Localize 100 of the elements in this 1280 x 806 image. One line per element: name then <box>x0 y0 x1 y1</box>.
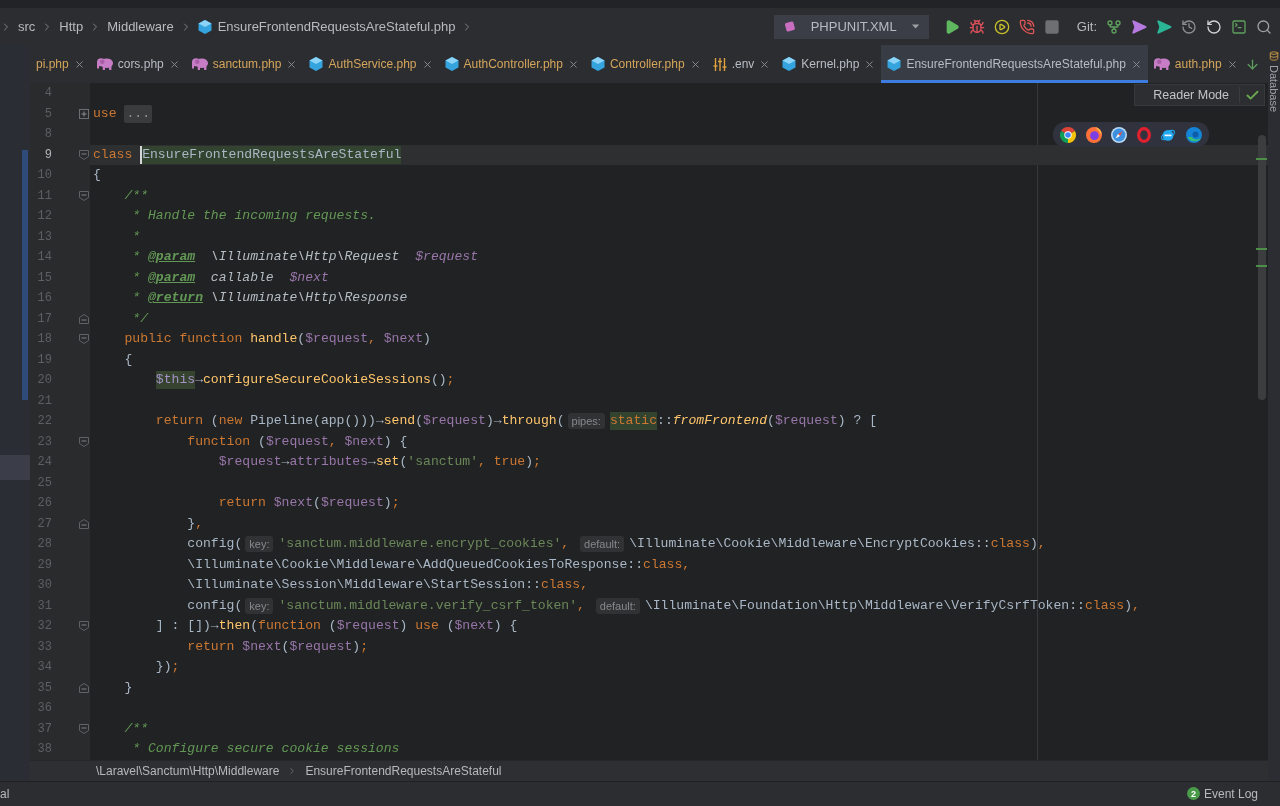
code-line: } <box>124 678 133 697</box>
search-icon[interactable] <box>1256 18 1272 35</box>
tool-window-label[interactable]: al <box>0 786 10 801</box>
editor-tab[interactable]: EnsureFrontendRequestsAreStateful.php <box>881 45 1148 83</box>
line-number: 9 <box>43 147 52 162</box>
rollback-icon[interactable] <box>1206 18 1222 35</box>
segmented-ring-icon <box>1060 126 1076 143</box>
cube-icon <box>309 57 324 71</box>
send-icon[interactable] <box>1156 18 1172 35</box>
code-line: * @param callable $next <box>132 268 329 287</box>
breadcrumb-item[interactable]: Http <box>59 19 84 34</box>
count-badge: 2 <box>1186 787 1200 801</box>
swirl-icon <box>1185 126 1202 143</box>
code-line: public function handle($request, $next) <box>124 330 431 349</box>
fold-minus-icon[interactable] <box>79 621 89 632</box>
editor-tab[interactable]: pi.php <box>30 45 91 83</box>
reader-mode-button[interactable]: Reader Mode <box>1134 84 1265 106</box>
close-icon[interactable] <box>759 58 771 70</box>
fold-plus-icon[interactable] <box>79 108 89 119</box>
breadcrumb-item[interactable]: \Laravel\Sanctum\Http\Middleware <box>96 763 280 778</box>
send-icon[interactable] <box>1131 18 1147 35</box>
editor-tab[interactable]: AuthService.php <box>303 45 439 83</box>
fold-minus-icon[interactable] <box>79 723 89 734</box>
code-line: * Handle the incoming requests. <box>132 207 376 226</box>
breadcrumb-item[interactable]: EnsureFrontendRequestsAreStateful <box>305 763 502 778</box>
vcs-label: Git: <box>1076 19 1097 34</box>
cube-icon <box>782 57 797 71</box>
code-line: * @param \Illuminate\Http\Request $request <box>132 248 479 267</box>
database-icon <box>1269 51 1279 61</box>
close-icon[interactable] <box>1130 58 1142 70</box>
cube-icon <box>590 57 605 71</box>
fold-minus-icon[interactable] <box>79 518 89 529</box>
close-icon[interactable] <box>73 58 85 70</box>
flame-orb-icon <box>1085 126 1102 143</box>
close-icon[interactable] <box>864 58 876 70</box>
scrollbar-thumb[interactable] <box>1258 135 1266 400</box>
fold-minus-icon[interactable] <box>79 682 89 693</box>
cube-icon <box>197 19 212 34</box>
code-line: class EnsureFrontendRequestsAreStateful <box>93 145 402 164</box>
terminal-icon[interactable] <box>1231 18 1247 35</box>
fold-minus-icon[interactable] <box>79 149 89 160</box>
fold-minus-icon[interactable] <box>79 313 89 324</box>
code-line: \Illuminate\Cookie\Middleware\AddQueuedCookiesToResponse::class, <box>187 555 691 574</box>
code-line: return $next($request); <box>218 494 400 513</box>
code-line: */ <box>132 309 148 328</box>
code-line: }, <box>187 514 203 533</box>
bug-icon[interactable] <box>968 18 985 35</box>
code-line: * <box>132 227 141 246</box>
compass-icon <box>1111 126 1127 143</box>
editor-tab[interactable]: auth.php <box>1147 45 1244 83</box>
code-line: config( key: 'sanctum.middleware.verify_csrf_token', default: \Illuminate\Foundation\Http\Middleware\VerifyCsrfToken::class), <box>187 596 1140 615</box>
editor-tab[interactable]: .env <box>706 45 777 83</box>
code-line: config( key: 'sanctum.middleware.encrypt_cookies', default: \Illuminate\Cookie\Middleware\EncryptCookies::class), <box>187 535 1046 554</box>
phone-icon[interactable] <box>1018 18 1035 35</box>
code-line: return $next($request); <box>187 637 369 656</box>
code-line: * @return \Illuminate\Http\Response <box>132 289 408 308</box>
fold-minus-icon[interactable] <box>79 334 89 345</box>
fold-minus-icon[interactable] <box>79 436 89 447</box>
close-icon[interactable] <box>421 58 433 70</box>
fold-minus-icon[interactable] <box>79 190 89 201</box>
breadcrumb-item[interactable]: Middleware <box>107 19 174 34</box>
code-line: { <box>93 166 101 185</box>
elephant-icon <box>96 58 113 70</box>
code-line: ] : [])→then(function ($request) use ($next) { <box>155 617 518 636</box>
close-icon[interactable] <box>286 58 298 70</box>
code-line: \Illuminate\Session\Middleware\StartSession::class, <box>187 576 589 595</box>
breadcrumb-item[interactable]: EnsureFrontendRequestsAreStateful.php <box>197 19 456 34</box>
stripe-mark <box>1256 158 1267 160</box>
ring-icon <box>1136 126 1151 143</box>
close-icon[interactable] <box>1226 58 1238 70</box>
editor-tab[interactable]: AuthController.php <box>438 45 585 83</box>
code-line: { <box>124 350 133 369</box>
code-line: $this→configureSecureCookieSessions(); <box>155 371 455 390</box>
history-icon[interactable] <box>1181 18 1197 35</box>
caret-icon <box>911 24 919 29</box>
editor-tab[interactable]: sanctum.php <box>185 45 304 83</box>
breadcrumb-item[interactable]: src <box>18 19 36 34</box>
database-tab[interactable]: Database <box>1268 65 1280 113</box>
run-configuration-dropdown[interactable]: PHPUNIT.XML <box>773 14 929 39</box>
close-icon[interactable] <box>689 58 701 70</box>
stripe-mark <box>1256 248 1267 250</box>
code-line: }); <box>155 658 180 677</box>
stop-icon[interactable] <box>1043 18 1060 35</box>
editor-tab[interactable]: Kernel.php <box>776 45 882 83</box>
code-line: $request→attributes→set('sanctum', true); <box>218 453 541 472</box>
editor-tab[interactable]: cors.php <box>90 45 186 83</box>
code-line: use ... <box>93 104 152 123</box>
editor-tab[interactable]: Controller.php <box>584 45 707 83</box>
code-line: * Configure secure cookie sessions <box>132 740 400 759</box>
close-icon[interactable] <box>168 58 180 70</box>
event-log-button[interactable]: 2 Event Log <box>1186 786 1258 801</box>
code-line: /** <box>124 719 148 738</box>
tile-icon <box>783 19 796 34</box>
branch-icon[interactable] <box>1106 18 1122 35</box>
close-icon[interactable] <box>567 58 579 70</box>
cube-icon <box>444 57 459 71</box>
code-line: /** <box>124 186 148 205</box>
play-circle-icon[interactable] <box>993 18 1010 35</box>
code-line: function ($request, $next) { <box>187 432 408 451</box>
stripe-mark <box>1256 265 1267 267</box>
